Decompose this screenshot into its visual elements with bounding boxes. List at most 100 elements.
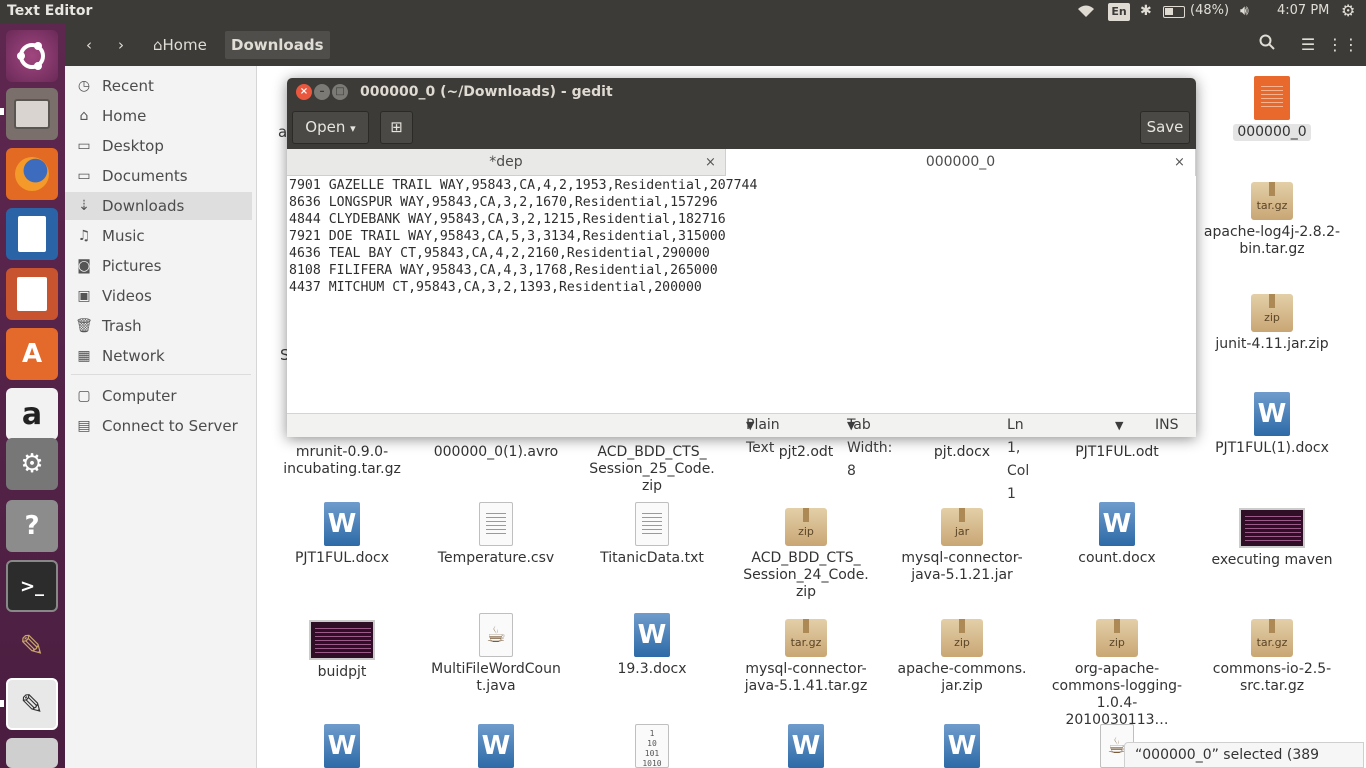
terminal-icon[interactable]: >_ <box>6 560 58 612</box>
clock[interactable]: 4:07 PM <box>1277 3 1329 18</box>
binary-file-icon: 1 10 101 1010 <box>635 724 669 768</box>
sidebar-item-downloads[interactable]: ⇣ Downloads <box>65 192 252 220</box>
sidebar-item-pictures[interactable]: ◙ Pictures <box>65 252 252 280</box>
archive-icon: zip <box>785 508 827 546</box>
libreoffice-writer-icon[interactable] <box>6 208 58 260</box>
path-home[interactable]: ⌂Home <box>147 31 213 59</box>
chevron-down-icon: ▼ <box>847 419 856 432</box>
file-item[interactable]: zip junit-4.11.jar.zip <box>1202 288 1342 353</box>
video-icon: ▣ <box>77 288 91 304</box>
file-item[interactable]: W PJT1FUL.docx <box>272 502 412 567</box>
sidebar-item-trash[interactable]: 🗑︎ Trash <box>65 312 252 340</box>
amazon-icon[interactable]: a <box>6 388 58 440</box>
system-settings-icon[interactable]: ⚙ <box>6 438 58 490</box>
keyboard-layout-indicator[interactable]: En <box>1108 3 1130 21</box>
file-item[interactable]: W 19.3.docx <box>582 613 722 678</box>
file-item[interactable]: zip apache-commons. jar.zip <box>892 613 1032 695</box>
file-item[interactable]: executing maven <box>1202 504 1342 569</box>
file-item[interactable]: Wcount.docx <box>1047 502 1187 567</box>
sidebar-item-desktop[interactable]: ▭ Desktop <box>65 132 252 160</box>
list-view-icon[interactable]: ☰ <box>1293 31 1323 59</box>
computer-icon: ▢ <box>77 388 91 404</box>
sidebar-item-network[interactable]: ▦ Network <box>65 342 252 370</box>
camera-icon: ◙ <box>77 258 91 274</box>
tab-dep[interactable]: *dep <box>287 149 725 176</box>
bluetooth-icon[interactable]: ✱ <box>1140 3 1152 19</box>
home-icon: ⌂ <box>79 108 89 124</box>
file-item[interactable]: tar.gz apache-log4j-2.8.2-bin.tar.gz <box>1202 176 1342 258</box>
close-icon[interactable]: × <box>296 84 312 100</box>
chevron-down-icon[interactable]: ▼ <box>1115 414 1123 437</box>
path-downloads[interactable]: Downloads <box>225 31 330 59</box>
firefox-icon[interactable] <box>6 148 58 200</box>
file-item[interactable]: tar.gz mysql-connector-java-5.1.41.tar.gz <box>736 613 876 695</box>
new-tab-button[interactable]: ⊞ <box>380 111 413 144</box>
file-item[interactable]: ☕ MultiFileWordCoun t.java <box>426 613 566 695</box>
back-button[interactable]: ‹ <box>75 31 103 59</box>
menu-icon[interactable]: ⋮⋮ <box>1327 31 1359 59</box>
drive-icon[interactable] <box>6 738 58 768</box>
sidebar-item-connect-to-server[interactable]: ▤ Connect to Server <box>65 412 252 440</box>
gimp-icon[interactable]: ✎ <box>6 620 58 672</box>
file-item[interactable]: mrunit-0.9.0-incubating.tar.gz <box>272 440 412 478</box>
file-item[interactable]: Temperature.csv <box>426 502 566 567</box>
file-item[interactable]: jar mysql-connector-java-5.1.21.jar <box>892 502 1032 584</box>
text-editor-icon[interactable]: ✎ <box>6 678 58 730</box>
archive-icon: tar.gz <box>1251 619 1293 657</box>
power-icon[interactable]: ⚙ <box>1341 1 1355 20</box>
close-icon[interactable]: × <box>1174 149 1185 176</box>
file-item[interactable]: W <box>736 724 876 768</box>
file-item[interactable]: PJT1FUL.odt <box>1047 440 1187 461</box>
sidebar-item-recent[interactable]: ◷ Recent <box>65 72 252 100</box>
gedit-toolbar: Open ▾ ⊞ Save <box>287 107 1196 149</box>
top-panel: Text Editor En ✱ (48%) 🔊︎ 4:07 PM ⚙ <box>0 0 1366 24</box>
forward-button[interactable]: › <box>107 31 135 59</box>
sidebar-item-music[interactable]: ♫ Music <box>65 222 252 250</box>
places-sidebar: ◷ Recent ⌂ Home ▭ Desktop ▭ Documents ⇣ Downl… <box>65 66 257 768</box>
archive-icon: zip <box>941 619 983 657</box>
close-icon[interactable]: × <box>705 149 716 176</box>
selection-status: “000000_0” selected (389 bytes) <box>1124 742 1364 768</box>
sidebar-item-documents[interactable]: ▭ Documents <box>65 162 252 190</box>
help-icon[interactable]: ? <box>6 500 58 552</box>
file-item[interactable]: ACD_BDD_CTS_ Session_25_Code. zip <box>582 440 722 495</box>
battery-percentage[interactable]: (48%) <box>1190 3 1229 18</box>
text-editor-area[interactable]: 7901 GAZELLE TRAIL WAY,95843,CA,4,2,1953… <box>287 176 1196 413</box>
minimize-icon[interactable]: – <box>314 84 330 100</box>
archive-icon: zip <box>1096 619 1138 657</box>
file-item[interactable]: W <box>272 724 412 768</box>
tab-000000-0[interactable]: 000000_0 <box>725 149 1196 176</box>
file-item[interactable]: W <box>892 724 1032 768</box>
file-item[interactable]: tar.gz commons-io-2.5-src.tar.gz <box>1202 613 1342 695</box>
maximize-icon[interactable]: □ <box>332 84 348 100</box>
battery-icon[interactable] <box>1163 6 1185 18</box>
file-item[interactable]: W <box>426 724 566 768</box>
insert-mode: INS <box>1155 417 1179 433</box>
file-item[interactable]: 000000_0(1).avro <box>426 440 566 461</box>
sidebar-item-computer[interactable]: ▢ Computer <box>65 382 252 410</box>
open-button[interactable]: Open ▾ <box>292 111 369 144</box>
gedit-titlebar: × – □ 000000_0 (~/Downloads) - gedit <box>287 78 1196 107</box>
running-indicator <box>0 700 4 707</box>
word-document-icon: W <box>944 724 980 768</box>
file-item[interactable]: 1 10 101 1010 <box>582 724 722 768</box>
wifi-icon[interactable] <box>1076 3 1096 23</box>
sidebar-item-videos[interactable]: ▣ Videos <box>65 282 252 310</box>
ubuntu-software-icon[interactable]: A <box>6 328 58 380</box>
gedit-window: × – □ 000000_0 (~/Downloads) - gedit Ope… <box>287 78 1196 502</box>
save-button[interactable]: Save <box>1140 111 1190 144</box>
files-icon[interactable] <box>6 88 58 140</box>
file-item[interactable]: zip org-apache-commons-logging-1.0.4-2010… <box>1047 613 1187 729</box>
word-document-icon: W <box>1099 502 1135 546</box>
file-item[interactable]: buidpjt <box>272 616 412 681</box>
search-icon[interactable] <box>1252 31 1282 59</box>
file-item[interactable]: W PJT1FUL(1).docx <box>1202 392 1342 457</box>
file-item[interactable]: zip ACD_BDD_CTS_ Session_24_Code. zip <box>736 502 876 601</box>
file-item[interactable]: 000000_0 <box>1202 76 1342 141</box>
sidebar-item-home[interactable]: ⌂ Home <box>65 102 252 130</box>
ubuntu-dash-icon[interactable] <box>6 30 58 82</box>
volume-icon[interactable]: 🔊︎ <box>1240 3 1249 19</box>
file-item[interactable]: TitanicData.txt <box>582 502 722 567</box>
window-title: 000000_0 (~/Downloads) - gedit <box>360 84 613 100</box>
libreoffice-impress-icon[interactable] <box>6 268 58 320</box>
